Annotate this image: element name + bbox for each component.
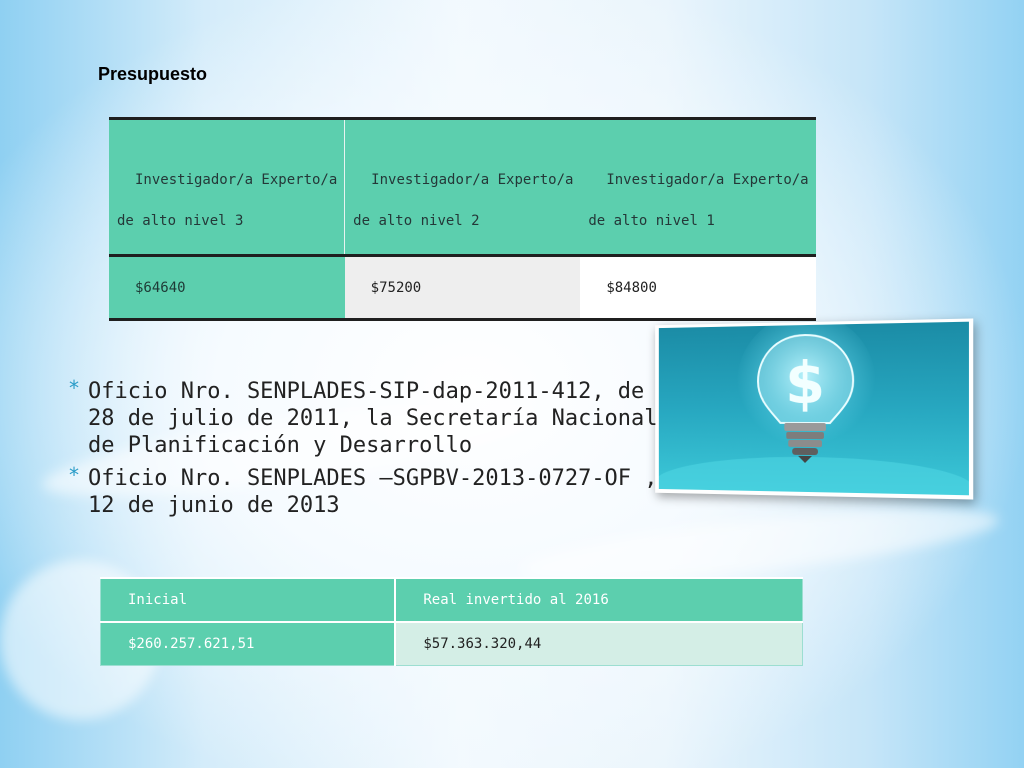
- bullet-star-icon: *: [68, 375, 80, 402]
- salary-value-level-1: $84800: [580, 256, 816, 320]
- budget-table-header-row: Inicial Real invertido al 2016: [101, 578, 803, 622]
- bullet-item: * Oficio Nro. SENPLADES-SIP-dap-2011-412…: [68, 378, 668, 459]
- salary-value-level-2: $75200: [345, 256, 581, 320]
- bullet-item: * Oficio Nro. SENPLADES –SGPBV-2013-0727…: [68, 465, 668, 519]
- salary-value-level-3: $64640: [109, 256, 345, 320]
- bullet-star-icon: *: [68, 462, 80, 489]
- salary-table-header-row: Investigador/a Experto/a de alto nivel 3…: [109, 119, 816, 256]
- salary-table: Investigador/a Experto/a de alto nivel 3…: [109, 117, 816, 321]
- salary-header-level-2: Investigador/a Experto/a de alto nivel 2: [345, 119, 581, 256]
- budget-header-invested: Real invertido al 2016: [395, 578, 802, 622]
- page-title: Presupuesto: [98, 64, 207, 85]
- budget-header-initial: Inicial: [101, 578, 396, 622]
- salary-header-level-1: Investigador/a Experto/a de alto nivel 1: [580, 119, 816, 256]
- lightbulb-dollar-icon: $: [659, 322, 969, 496]
- budget-value-initial: $260.257.621,51: [101, 622, 396, 666]
- salary-header-level-3: Investigador/a Experto/a de alto nivel 3: [109, 119, 345, 256]
- svg-text:$: $: [785, 350, 825, 418]
- salary-table-value-row: $64640 $75200 $84800: [109, 256, 816, 320]
- bullet-text: Oficio Nro. SENPLADES-SIP-dap-2011-412, …: [88, 379, 658, 458]
- lightbulb-photo: $: [655, 318, 973, 499]
- budget-value-invested: $57.363.320,44: [395, 622, 802, 666]
- bullet-list: * Oficio Nro. SENPLADES-SIP-dap-2011-412…: [68, 378, 668, 519]
- budget-table-value-row: $260.257.621,51 $57.363.320,44: [101, 622, 803, 666]
- bullet-text: Oficio Nro. SENPLADES –SGPBV-2013-0727-O…: [88, 466, 658, 518]
- budget-table: Inicial Real invertido al 2016 $260.257.…: [100, 577, 803, 666]
